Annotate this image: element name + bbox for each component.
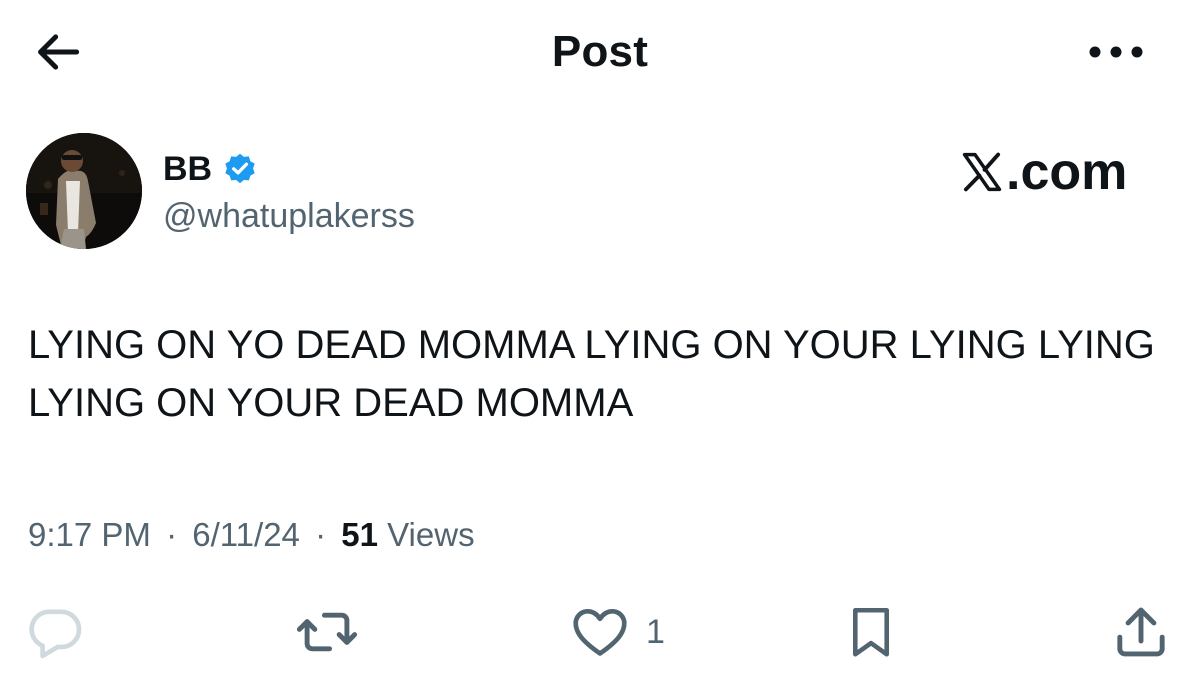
heart-icon	[573, 609, 627, 656]
bookmark-icon	[852, 607, 890, 657]
author-name[interactable]: BB	[163, 149, 212, 189]
post-date[interactable]: 6/11/24	[192, 516, 300, 553]
share-icon	[1117, 607, 1165, 657]
more-options-button[interactable]	[1080, 28, 1152, 76]
avatar-photo	[26, 133, 142, 249]
share-button[interactable]	[1110, 596, 1172, 668]
x-logo-icon	[962, 152, 1002, 192]
author-handle[interactable]: @whatuplakerss	[163, 196, 415, 236]
post-text: LYING ON YO DEAD MOMMA LYING ON YOUR LYI…	[28, 323, 1155, 425]
like-button[interactable]: 1	[568, 596, 665, 668]
post-meta: 9:17 PM · 6/11/24 · 51 Views	[28, 514, 475, 556]
repost-icon	[296, 612, 358, 652]
bookmark-button[interactable]	[842, 596, 900, 668]
repost-button[interactable]	[292, 596, 362, 668]
views-label[interactable]: Views	[387, 516, 474, 553]
views-count[interactable]: 51	[341, 516, 378, 553]
author-name-row: BB	[163, 147, 258, 191]
reply-button[interactable]	[24, 596, 86, 668]
meta-separator: ·	[315, 516, 327, 553]
reply-icon	[29, 609, 82, 659]
post-time[interactable]: 9:17 PM	[28, 516, 151, 553]
page-title: Post	[551, 27, 649, 76]
watermark-text: .com	[1006, 143, 1128, 201]
avatar[interactable]	[26, 133, 142, 249]
like-count: 1	[646, 613, 665, 651]
more-horizontal-icon	[1089, 46, 1143, 58]
meta-separator: ·	[166, 516, 178, 553]
watermark: .com	[960, 142, 1160, 202]
verified-badge-icon	[225, 153, 255, 184]
